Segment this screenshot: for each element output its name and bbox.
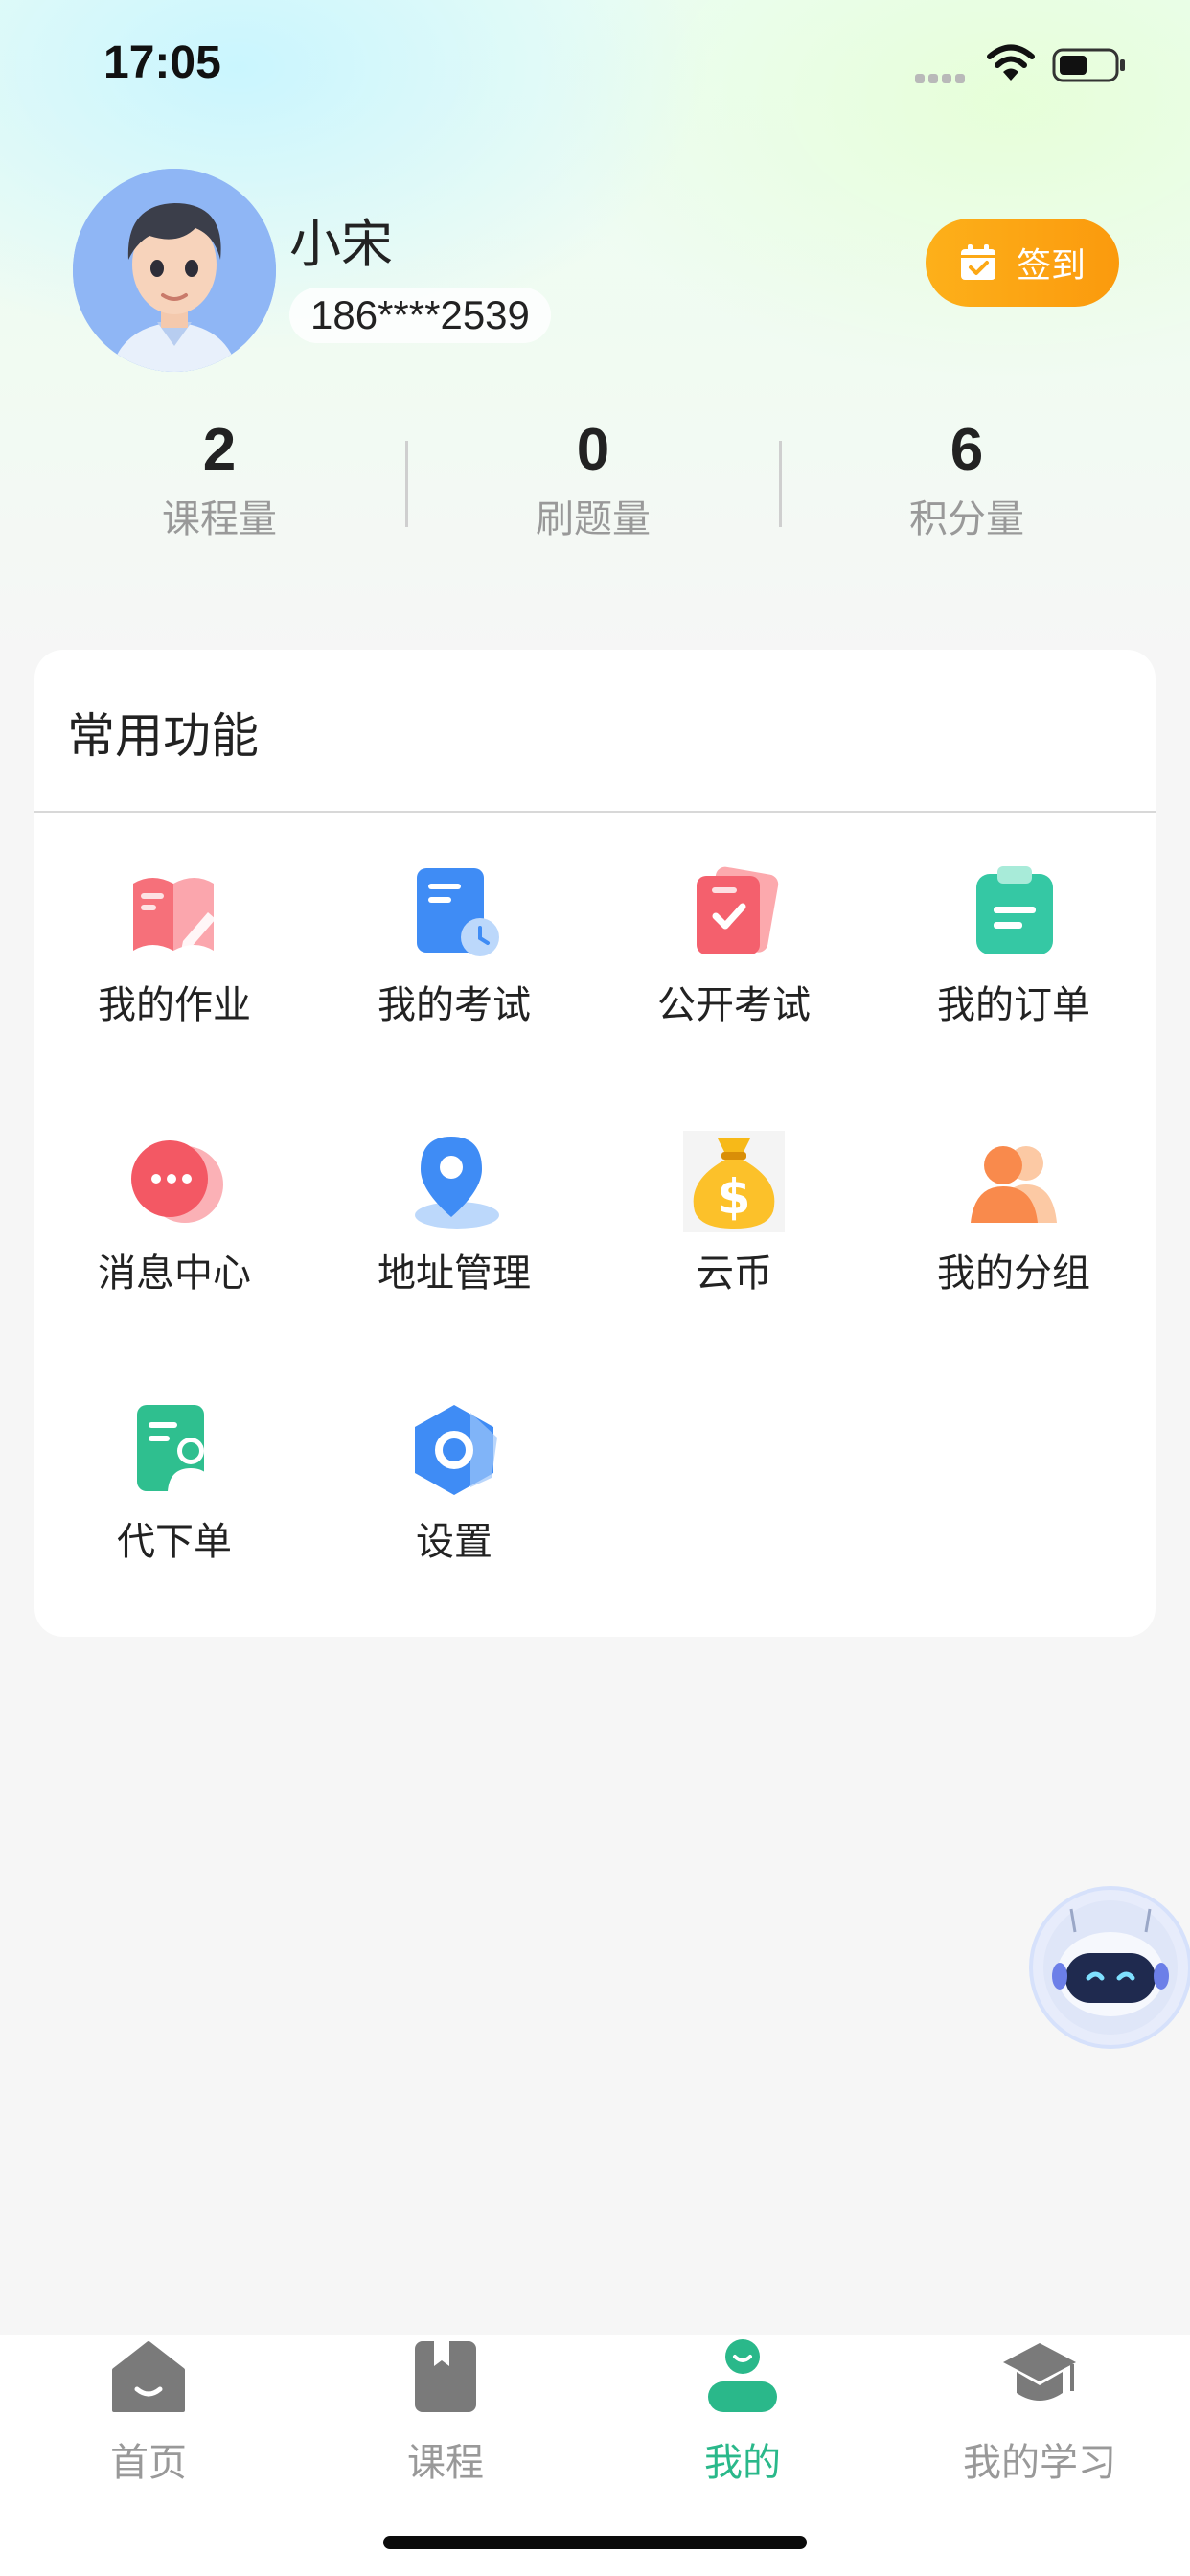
stat-value: 6 [950, 417, 984, 483]
checkin-button[interactable]: 签到 [926, 218, 1119, 307]
function-label: 云币 [696, 1252, 772, 1296]
function-label: 我的考试 [378, 983, 531, 1027]
tab-label: 我的学习 [963, 2441, 1116, 2485]
assistant-button[interactable] [1033, 1890, 1188, 2045]
graduation-cap-icon [1003, 2343, 1076, 2401]
exam-clock-icon [417, 868, 499, 956]
order-clipboard-icon [976, 866, 1053, 954]
function-my-exam[interactable]: 我的考试 [314, 862, 594, 1073]
function-settings[interactable]: 设置 [314, 1399, 594, 1610]
money-bag-icon: $ [683, 1131, 785, 1232]
bookmark-book-icon [415, 2341, 476, 2412]
stat-points[interactable]: 6 积分量 [842, 412, 1091, 550]
common-functions-card: 常用功能 我的作业 我的考试 公开考试 我的订单 消息中心 地址管理 $ 云币 … [34, 650, 1156, 1637]
stats-row: 2 课程量 0 刷题量 6 积分量 [0, 412, 1190, 565]
function-label: 消息中心 [98, 1252, 251, 1296]
function-my-homework[interactable]: 我的作业 [34, 862, 314, 1073]
tab-mine[interactable]: 我的 [594, 2335, 891, 2489]
checkin-label: 签到 [1016, 246, 1086, 286]
location-pin-icon [415, 1137, 499, 1229]
function-label: 我的订单 [937, 983, 1090, 1027]
stat-label: 刷题量 [536, 497, 651, 541]
tab-my-learning[interactable]: 我的学习 [891, 2335, 1188, 2489]
tab-label: 课程 [407, 2441, 484, 2485]
group-people-icon [971, 1146, 1057, 1223]
stat-value: 2 [202, 417, 237, 483]
message-bubble-icon [131, 1140, 223, 1223]
function-cloud-coins[interactable]: $ 云币 [594, 1131, 874, 1342]
function-label: 代下单 [117, 1520, 232, 1564]
function-label: 我的作业 [98, 983, 251, 1027]
divider [34, 811, 1156, 813]
avatar-boy-icon [73, 169, 276, 372]
card-title: 常用功能 [67, 708, 259, 764]
battery-icon [1052, 48, 1125, 82]
proxy-order-icon [137, 1405, 214, 1491]
tab-home[interactable]: 首页 [0, 2335, 297, 2489]
function-my-groups[interactable]: 我的分组 [874, 1131, 1154, 1342]
function-public-exam[interactable]: 公开考试 [594, 862, 874, 1073]
stat-questions[interactable]: 0 刷题量 [469, 412, 718, 550]
person-icon [708, 2339, 777, 2412]
signal-dots-icon [915, 69, 969, 83]
function-label: 设置 [416, 1520, 492, 1564]
tab-label: 我的 [704, 2441, 781, 2485]
svg-text:$: $ [718, 1169, 751, 1225]
function-label: 地址管理 [378, 1252, 531, 1296]
function-proxy-order[interactable]: 代下单 [34, 1399, 314, 1610]
function-message-center[interactable]: 消息中心 [34, 1131, 314, 1342]
stat-label: 积分量 [909, 497, 1024, 541]
stat-value: 0 [576, 417, 610, 483]
tab-label: 首页 [110, 2441, 187, 2485]
function-label: 我的分组 [937, 1252, 1090, 1296]
user-phone: 186****2539 [289, 288, 551, 343]
robot-assistant-icon [1043, 1900, 1178, 2035]
function-address-management[interactable]: 地址管理 [314, 1131, 594, 1342]
function-label: 公开考试 [657, 983, 811, 1027]
public-exam-icon [697, 866, 779, 954]
function-my-orders[interactable]: 我的订单 [874, 862, 1154, 1073]
home-icon [112, 2341, 185, 2412]
stat-courses[interactable]: 2 课程量 [95, 412, 344, 550]
homework-book-icon [133, 878, 216, 951]
home-indicator [383, 2536, 807, 2549]
status-bar: 17:05 [0, 0, 1190, 125]
calendar-check-icon [960, 244, 995, 280]
avatar[interactable] [73, 169, 276, 372]
tab-courses[interactable]: 课程 [297, 2335, 594, 2489]
user-name: 小宋 [289, 214, 393, 274]
wifi-icon [987, 44, 1035, 80]
stat-label: 课程量 [162, 497, 277, 541]
stat-divider [405, 441, 408, 527]
stat-divider [779, 441, 782, 527]
settings-hexagon-icon [415, 1405, 497, 1495]
status-time: 17:05 [103, 37, 221, 88]
